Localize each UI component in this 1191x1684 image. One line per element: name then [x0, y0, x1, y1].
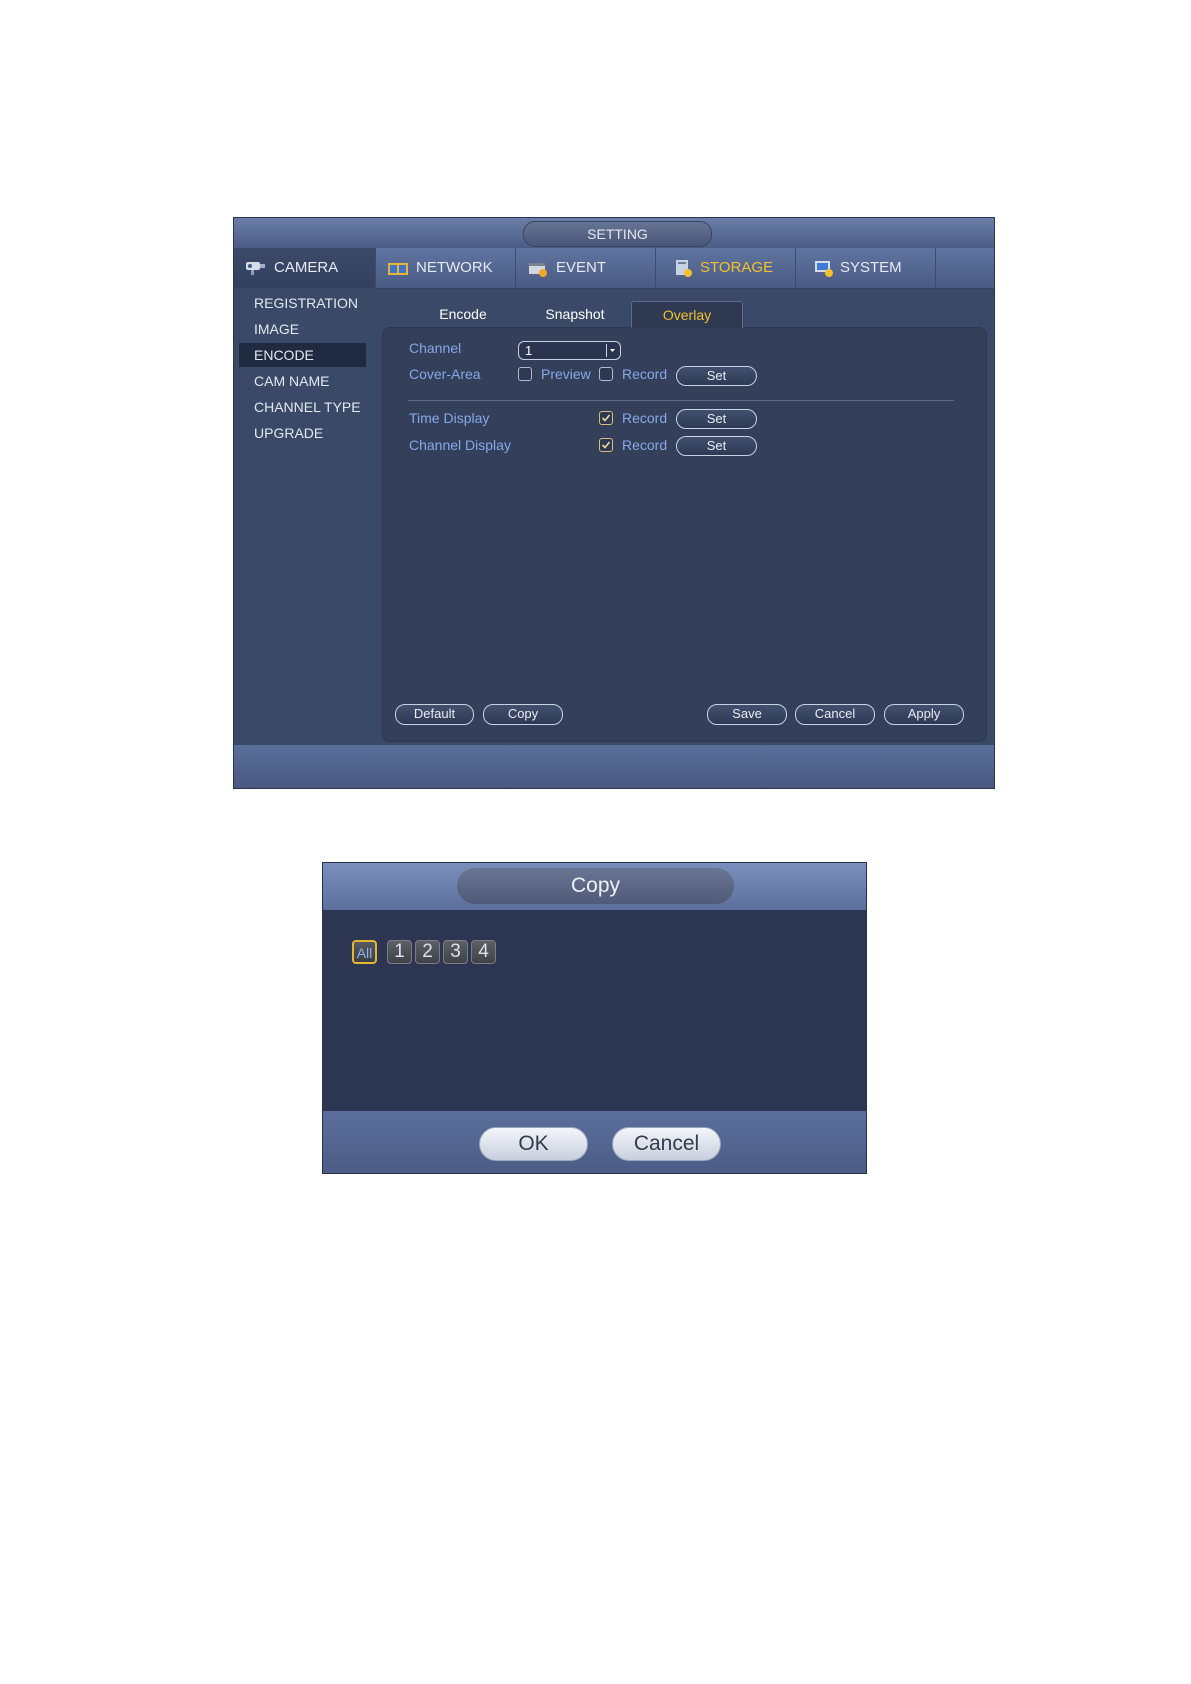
channel-select[interactable]: 1 [518, 341, 621, 360]
channel-display-record-checkbox[interactable] [599, 438, 613, 452]
time-display-record-label: Record [622, 410, 668, 426]
ok-button[interactable]: OK [479, 1127, 588, 1161]
status-bar [234, 745, 994, 788]
channel-3-checkbox[interactable]: 3 [443, 940, 468, 964]
tab-storage[interactable]: STORAGE [656, 248, 796, 288]
menu-item-upgrade[interactable]: UPGRADE [239, 421, 366, 445]
channel-4-checkbox[interactable]: 4 [471, 940, 496, 964]
menu-item-registration[interactable]: REGISTRATION [239, 291, 366, 315]
cover-area-record-label: Record [622, 366, 668, 382]
title-bar: SETTING [234, 218, 994, 248]
check-icon [601, 414, 611, 422]
cover-area-set-button[interactable]: Set [676, 366, 757, 386]
menu-item-cam-name[interactable]: CAM NAME [239, 369, 366, 393]
copy-cancel-button[interactable]: Cancel [612, 1127, 721, 1161]
tab-camera-label: CAMERA [274, 259, 339, 276]
left-menu: REGISTRATION IMAGE ENCODE CAM NAME CHANN… [234, 288, 372, 736]
channel-display-label: Channel Display [409, 437, 511, 453]
setting-window: SETTING CAMERA NETWORK EVENT STORAGE SYS… [233, 217, 995, 789]
channel-all-checkbox[interactable]: All [352, 940, 377, 964]
cover-area-record-checkbox[interactable] [599, 367, 613, 381]
tab-overlay[interactable]: Overlay [631, 301, 743, 328]
cover-area-preview-label: Preview [541, 366, 591, 382]
check-icon [601, 441, 611, 449]
network-icon [388, 263, 408, 275]
channel-select-value: 1 [525, 343, 533, 358]
cover-area-label: Cover-Area [409, 366, 481, 382]
channel-label: Channel [409, 340, 462, 356]
camera-icon [246, 262, 265, 275]
copy-dialog: Copy All 1 2 3 4 OK Cancel [322, 862, 867, 1174]
content-panel [382, 327, 987, 742]
time-display-set-button[interactable]: Set [676, 409, 757, 429]
cancel-button[interactable]: Cancel [795, 704, 875, 725]
tab-encode[interactable]: Encode [408, 301, 518, 327]
menu-item-encode[interactable]: ENCODE [239, 343, 366, 367]
copy-dialog-header: Copy [323, 863, 866, 910]
menu-item-channel-type[interactable]: CHANNEL TYPE [239, 395, 372, 419]
storage-icon [676, 260, 692, 277]
time-display-label: Time Display [409, 410, 490, 426]
tab-system[interactable]: SYSTEM [796, 248, 936, 288]
tab-network[interactable]: NETWORK [376, 248, 516, 288]
menu-item-image[interactable]: IMAGE [239, 317, 366, 341]
tab-event[interactable]: EVENT [516, 248, 656, 288]
copy-dialog-title: Copy [457, 868, 734, 904]
divider [408, 400, 954, 401]
tab-network-label: NETWORK [416, 259, 493, 276]
top-nav: CAMERA NETWORK EVENT STORAGE SYSTEM [234, 248, 994, 289]
channel-1-checkbox[interactable]: 1 [387, 940, 412, 964]
cover-area-preview-checkbox[interactable] [518, 367, 532, 381]
tab-storage-label: STORAGE [700, 259, 774, 276]
copy-button[interactable]: Copy [483, 704, 563, 725]
system-icon [815, 261, 833, 277]
tab-system-label: SYSTEM [840, 259, 902, 276]
event-icon [529, 263, 547, 277]
tab-snapshot[interactable]: Snapshot [520, 301, 630, 327]
save-button[interactable]: Save [707, 704, 787, 725]
channel-2-checkbox[interactable]: 2 [415, 940, 440, 964]
time-display-record-checkbox[interactable] [599, 411, 613, 425]
tab-camera[interactable]: CAMERA [234, 248, 376, 288]
channel-display-record-label: Record [622, 437, 668, 453]
apply-button[interactable]: Apply [884, 704, 964, 725]
window-title: SETTING [523, 221, 712, 247]
tab-event-label: EVENT [556, 259, 607, 276]
channel-display-set-button[interactable]: Set [676, 436, 757, 456]
copy-dialog-footer: OK Cancel [323, 1111, 866, 1173]
default-button[interactable]: Default [395, 704, 474, 725]
chevron-down-icon [606, 344, 618, 357]
